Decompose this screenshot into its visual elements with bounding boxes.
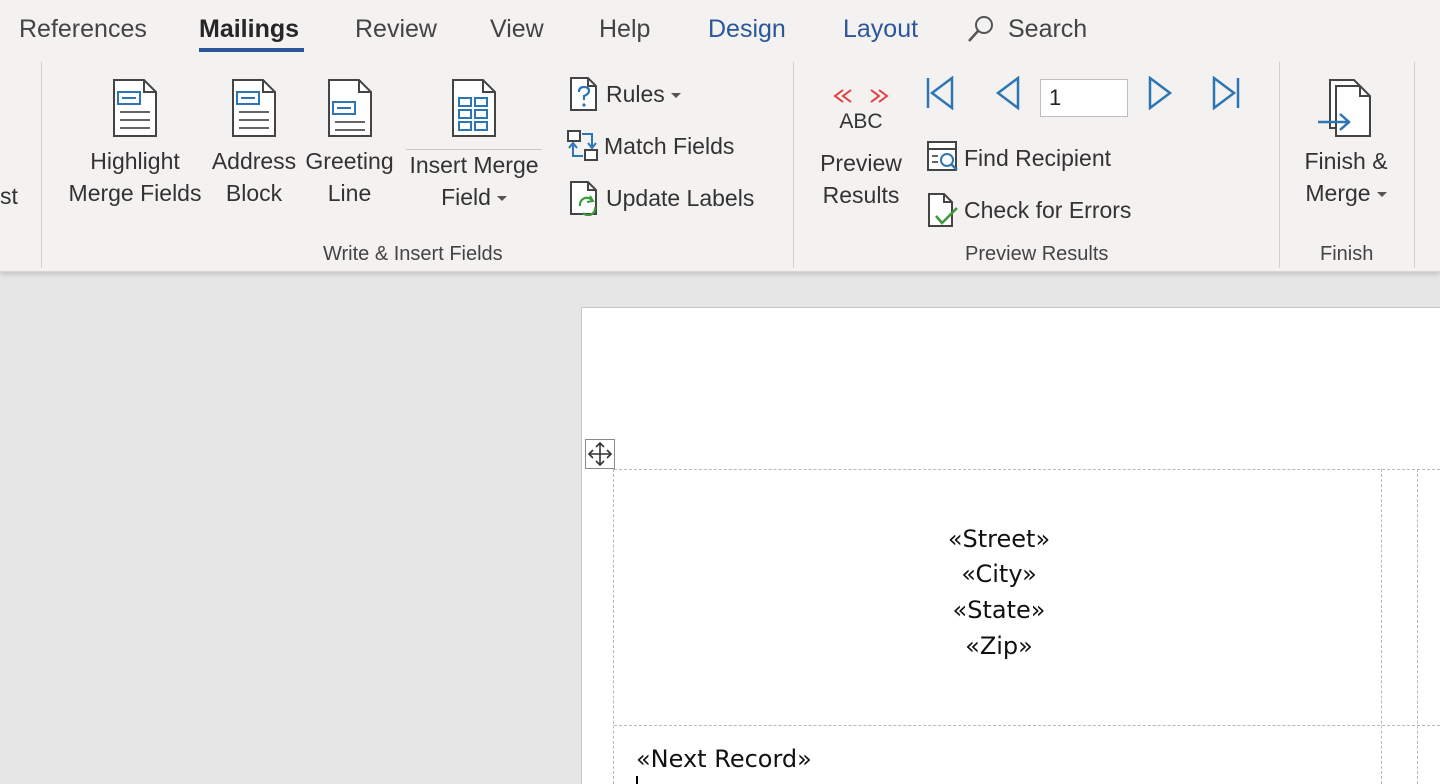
insert-merge-field-button[interactable]: Insert Merge Field <box>404 78 544 213</box>
preview-label-2: Results <box>822 182 900 208</box>
address-block-button[interactable]: Address Block <box>208 78 300 209</box>
table-gridline <box>614 725 1440 726</box>
rules-text: Rules <box>606 81 665 107</box>
insert-merge-label-2: Field <box>441 184 491 210</box>
group-separator <box>1279 62 1280 268</box>
highlight-label-2: Merge Fields <box>68 180 202 206</box>
finish-label-2: Merge <box>1296 177 1396 209</box>
match-fields-label: Match Fields <box>604 133 735 159</box>
abc-text: ABC <box>839 110 883 133</box>
cut-off-button-label[interactable]: st <box>0 183 18 210</box>
find-recipient-label: Find Recipient <box>964 145 1112 171</box>
address-label-1: Address <box>211 148 297 174</box>
split-button-divider <box>406 149 542 150</box>
tab-layout[interactable]: Layout <box>843 12 918 46</box>
check-for-errors-button[interactable]: Check for Errors <box>926 190 1138 230</box>
finish-merge-button[interactable]: Finish & Merge <box>1296 78 1396 209</box>
finish-label-1: Finish & <box>1304 148 1388 174</box>
group-separator <box>41 62 42 268</box>
finish-merge-text: Merge <box>1305 180 1371 206</box>
greeting-label-1: Greeting <box>305 148 394 174</box>
merge-field-street[interactable]: «Street» <box>849 524 1149 554</box>
record-number-input[interactable] <box>1040 79 1128 117</box>
tab-design[interactable]: Design <box>708 12 786 46</box>
preview-results-button[interactable]: ABC Preview Results <box>812 84 910 211</box>
find-recipient-button[interactable]: Find Recipient <box>926 138 1126 178</box>
chevron-down-icon <box>1376 192 1387 198</box>
address-block-icon <box>232 79 276 137</box>
preview-label-1: Preview <box>820 150 902 176</box>
tab-help[interactable]: Help <box>599 12 650 46</box>
table-move-handle[interactable] <box>585 439 615 469</box>
insert-merge-label-1: Insert Merge <box>409 152 539 178</box>
match-fields-button[interactable]: Match Fields <box>566 126 756 166</box>
active-tab-indicator <box>199 48 304 52</box>
table-gridline <box>1381 469 1382 784</box>
update-labels-icon <box>570 181 597 216</box>
chevron-down-icon <box>496 196 507 202</box>
find-recipient-icon <box>927 141 958 171</box>
rules-button[interactable]: Rules <box>568 74 688 114</box>
merge-field-next-record[interactable]: «Next Record» <box>636 744 812 774</box>
table-gridline <box>614 469 1440 470</box>
rules-label: Rules <box>606 78 681 110</box>
group-label-preview-results: Preview Results <box>965 243 1109 265</box>
merge-field-state[interactable]: «State» <box>849 595 1149 625</box>
document-highlight-icon <box>113 79 157 137</box>
insert-merge-field-icon <box>452 79 496 137</box>
next-record-icon[interactable] <box>1146 76 1174 110</box>
group-label-finish: Finish <box>1320 243 1374 265</box>
update-labels-button[interactable]: Update Labels <box>568 178 768 218</box>
greeting-label-2: Line <box>327 180 372 206</box>
previous-record-icon[interactable] <box>994 76 1022 110</box>
first-record-icon[interactable] <box>924 76 956 110</box>
ribbon: st Highlight Merge Fields Address Block <box>0 56 1440 272</box>
table-gridline <box>1417 469 1418 784</box>
group-separator <box>793 62 794 268</box>
tab-references[interactable]: References <box>19 12 147 46</box>
chevron-down-icon <box>670 93 681 99</box>
group-label-write-insert: Write & Insert Fields <box>323 243 503 265</box>
merge-field-zip[interactable]: «Zip» <box>849 631 1149 661</box>
table-gridline <box>613 469 614 784</box>
tell-me-search[interactable]: Search <box>1008 12 1087 46</box>
address-label-2: Block <box>225 180 283 206</box>
tab-view[interactable]: View <box>490 12 544 46</box>
highlight-label-1: Highlight <box>90 148 180 174</box>
insert-merge-dropdown[interactable]: Field <box>404 181 544 213</box>
finish-merge-icon <box>1318 79 1371 137</box>
preview-arrows-icon <box>833 89 889 103</box>
merge-field-city[interactable]: «City» <box>849 559 1149 589</box>
update-labels-label: Update Labels <box>606 185 755 211</box>
ribbon-tab-bar: References Mailings Review View Help Des… <box>0 0 1440 56</box>
text-cursor <box>636 776 638 784</box>
check-errors-icon <box>928 193 958 227</box>
move-arrows-icon <box>587 441 613 467</box>
highlight-merge-fields-button[interactable]: Highlight Merge Fields <box>60 78 210 209</box>
greeting-line-button[interactable]: Greeting Line <box>302 78 397 209</box>
rules-icon <box>570 77 597 111</box>
tab-review[interactable]: Review <box>355 12 437 46</box>
tab-mailings[interactable]: Mailings <box>199 12 299 46</box>
search-icon[interactable] <box>966 14 996 44</box>
check-errors-label: Check for Errors <box>964 197 1132 223</box>
greeting-line-icon <box>327 79 372 137</box>
match-fields-icon <box>567 130 598 161</box>
last-record-icon[interactable] <box>1210 76 1242 110</box>
group-separator <box>1414 62 1415 268</box>
